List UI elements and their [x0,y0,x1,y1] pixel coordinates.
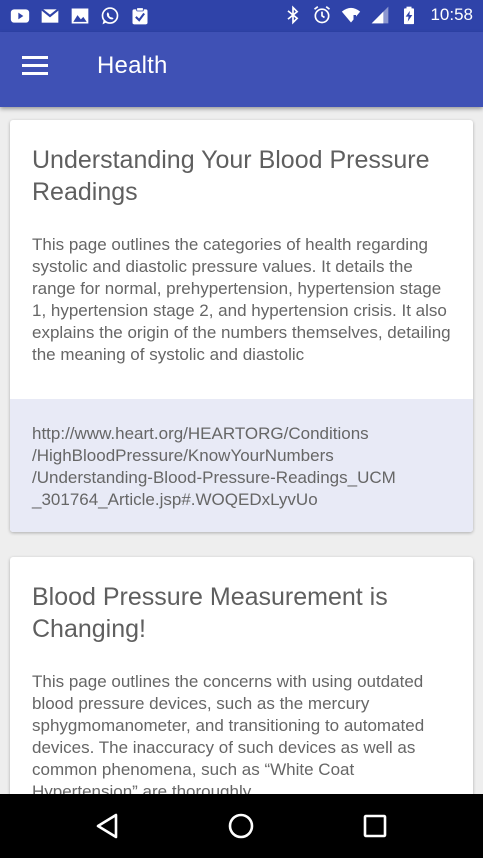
card-description: This page outlines the categories of hea… [32,235,451,364]
bluetooth-icon [287,5,299,25]
card-title: Understanding Your Blood Pressure Readin… [32,146,430,206]
card-link[interactable]: http://www.heart.org/HEARTORG/Conditions… [10,399,473,532]
card-title: Blood Pressure Measurement is Changing! [32,583,388,643]
home-icon[interactable] [225,810,257,842]
image-icon [71,8,89,24]
card-link-line: http://www.heart.org/HEARTORG/Conditions [32,424,369,443]
status-time: 10:58 [430,5,473,24]
page-title: Health [97,52,168,79]
wifi-icon [342,7,361,23]
article-card[interactable]: Understanding Your Blood Pressure Readin… [10,120,473,532]
alarm-icon [314,6,331,24]
battery-charging-icon [404,6,415,25]
card-link-line: /Understanding-Blood-Pressure-Readings_U… [32,468,396,487]
app-bar: Health [0,32,483,107]
hamburger-menu-icon[interactable] [22,56,52,82]
article-card[interactable]: Blood Pressure Measurement is Changing! … [10,557,473,794]
cell-signal-icon [372,6,389,24]
card-link-line: _301764_Article.jsp#.WOQEDxLyvUo [32,490,318,509]
back-icon[interactable] [92,810,124,842]
recents-icon[interactable] [359,810,391,842]
notification-icons [10,6,150,26]
gmail-icon [41,8,59,23]
clipboard-check-icon [132,7,148,25]
navigation-bar [0,794,483,858]
card-link-line: /HighBloodPressure/KnowYourNumbers [32,446,334,465]
whatsapp-icon [101,7,119,25]
status-bar: 10:58 [0,0,483,32]
content-list[interactable]: Understanding Your Blood Pressure Readin… [0,107,483,794]
system-icons: 10:58 [283,5,473,25]
youtube-icon [10,9,30,23]
card-description: This page outlines the concerns with usi… [32,672,425,794]
